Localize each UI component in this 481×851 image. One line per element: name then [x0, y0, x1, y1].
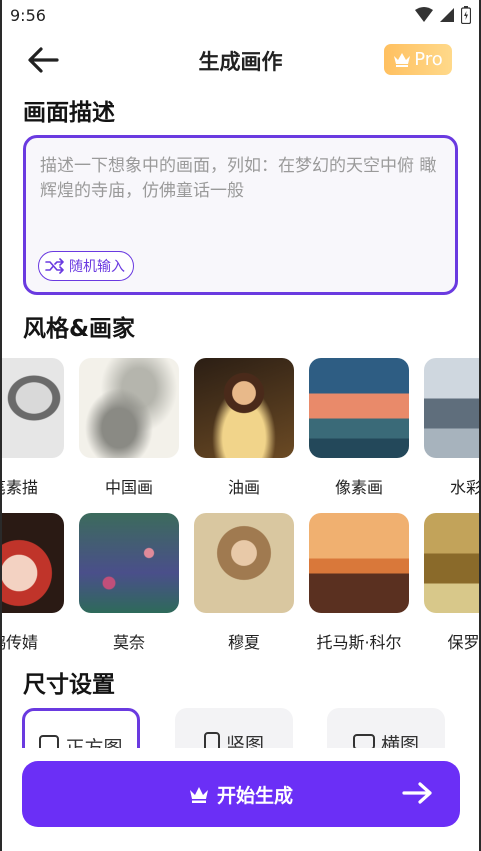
arrow-right-icon	[402, 782, 432, 804]
style-item-artist-1[interactable]: 鸦传婧	[0, 513, 64, 653]
style-label: 水彩绘	[449, 478, 481, 497]
style-row-2: 鸦传婧 莫奈 穆夏 托马斯·科尔 保罗·塞	[0, 513, 481, 652]
left-edge	[0, 0, 2, 851]
style-thumbnail	[79, 358, 179, 458]
random-input-label: 随机输入	[69, 259, 125, 275]
status-icons	[415, 6, 471, 24]
style-thumbnail	[424, 513, 481, 613]
style-thumbnail	[309, 358, 409, 458]
screen: 9:56 生成画作 Pro 画面描述 描述一下想象中的画面，列如：在梦幻的天空中…	[0, 0, 481, 851]
style-thumbnail	[0, 358, 64, 458]
start-generate-button[interactable]: 开始生成	[22, 761, 460, 827]
styles-section-title: 风格&画家	[23, 316, 136, 342]
style-label: 笔素描	[0, 478, 38, 497]
description-section-title: 画面描述	[23, 100, 115, 126]
battery-icon	[461, 6, 471, 24]
status-bar: 9:56	[0, 0, 481, 30]
pro-label: Pro	[414, 49, 443, 70]
style-label: 中国画	[104, 478, 153, 497]
wifi-icon	[415, 7, 433, 22]
style-label: 穆夏	[227, 633, 260, 652]
style-label: 保罗·塞	[447, 633, 481, 652]
style-thumbnail	[194, 358, 294, 458]
style-thumbnail	[424, 358, 481, 458]
style-item-watercolor[interactable]: 水彩绘	[424, 358, 481, 498]
style-label: 托马斯·科尔	[316, 633, 402, 652]
status-time: 9:56	[10, 6, 46, 25]
size-section-title: 尺寸设置	[23, 672, 115, 698]
style-label: 莫奈	[112, 633, 145, 652]
random-input-button[interactable]: 随机输入	[38, 251, 134, 281]
style-item-pixel-art[interactable]: 像素画	[309, 358, 409, 498]
style-thumbnail	[309, 513, 409, 613]
pro-badge[interactable]: Pro	[384, 44, 452, 75]
style-item-mucha[interactable]: 穆夏	[194, 513, 294, 653]
style-item-oil-painting[interactable]: 油画	[194, 358, 294, 498]
style-label: 像素画	[334, 478, 383, 497]
style-thumbnail	[79, 513, 179, 613]
style-row-1: 笔素描 中国画 油画 像素画 水彩绘	[0, 358, 481, 497]
description-input[interactable]: 描述一下想象中的画面，列如：在梦幻的天空中俯 瞰辉煌的寺庙，仿佛童话一般 随机输…	[23, 135, 458, 295]
app-header: 生成画作 Pro	[0, 36, 481, 86]
style-item-monet[interactable]: 莫奈	[79, 513, 179, 653]
style-item-chinese-painting[interactable]: 中国画	[79, 358, 179, 498]
style-item-sketch[interactable]: 笔素描	[0, 358, 64, 498]
style-label: 油画	[227, 478, 260, 497]
style-item-thomas-cole[interactable]: 托马斯·科尔	[309, 513, 409, 653]
style-item-paul[interactable]: 保罗·塞	[424, 513, 481, 653]
style-thumbnail	[0, 513, 64, 613]
style-thumbnail	[194, 513, 294, 613]
crown-icon	[189, 786, 208, 803]
signal-icon	[440, 8, 454, 22]
start-generate-label: 开始生成	[216, 784, 293, 807]
description-placeholder: 描述一下想象中的画面，列如：在梦幻的天空中俯 瞰辉煌的寺庙，仿佛童话一般	[40, 156, 437, 201]
style-label: 鸦传婧	[0, 633, 38, 652]
shuffle-icon	[45, 258, 64, 274]
crown-icon	[394, 53, 411, 67]
